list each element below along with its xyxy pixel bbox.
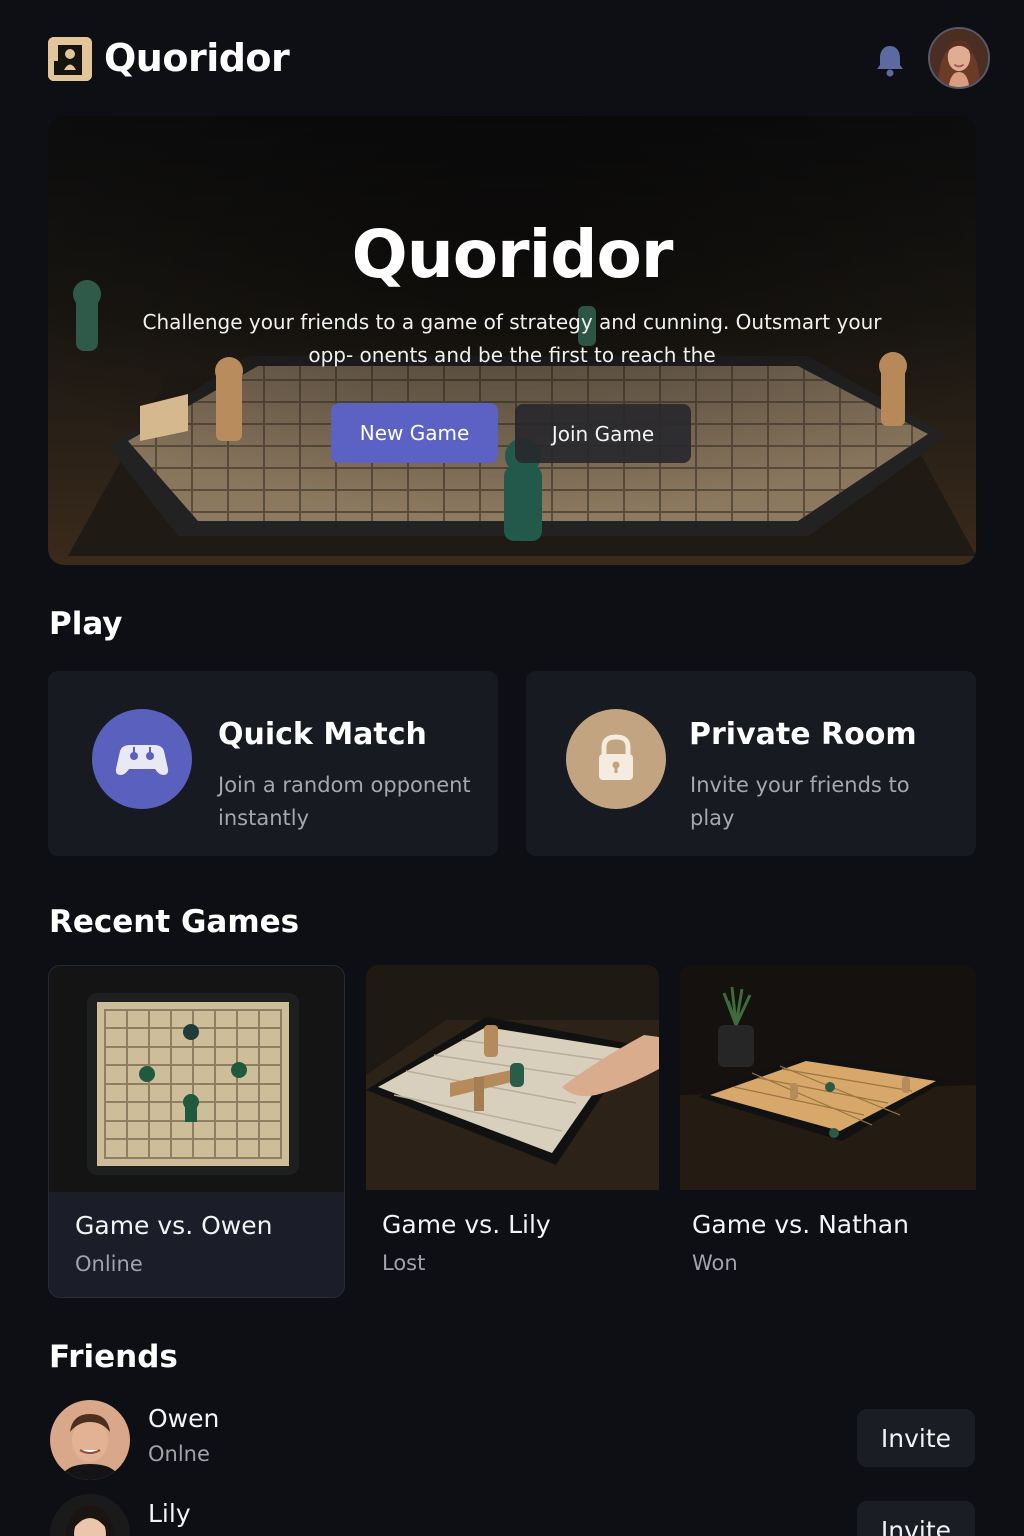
game-title: Game vs. Owen xyxy=(75,1211,273,1240)
join-game-button[interactable]: Join Game xyxy=(515,404,691,463)
hero-title: Quoridor xyxy=(351,216,674,293)
play-heading: Play xyxy=(49,606,123,642)
hero-banner: Quoridor Challenge your friends to a gam… xyxy=(48,116,976,565)
pawn-logo-icon[interactable] xyxy=(48,37,92,81)
app-header: Quoridor xyxy=(48,27,990,90)
gamepad-icon xyxy=(92,709,192,809)
invite-button[interactable]: Invite xyxy=(857,1501,975,1536)
new-game-button[interactable]: New Game xyxy=(331,403,498,463)
bell-icon[interactable] xyxy=(874,42,906,78)
game-status: Online xyxy=(75,1252,143,1276)
recent-game-card[interactable]: Game vs. Nathan Won xyxy=(680,965,976,1285)
recent-game-card[interactable]: Game vs. Lily Lost xyxy=(366,965,659,1285)
hero-description: Challenge your friends to a game of stra… xyxy=(142,310,882,367)
user-avatar[interactable] xyxy=(928,27,990,89)
recent-games-heading: Recent Games xyxy=(49,904,300,940)
game-title: Game vs. Nathan xyxy=(692,1210,909,1239)
quick-match-subtitle: Join a random opponent instantly xyxy=(218,773,471,830)
game-thumbnail xyxy=(366,965,659,1190)
quick-match-title: Quick Match xyxy=(218,717,427,752)
friend-avatar[interactable] xyxy=(50,1400,130,1480)
app-title: Quoridor xyxy=(104,36,290,80)
friend-name: Lily xyxy=(148,1499,191,1528)
game-title: Game vs. Lily xyxy=(382,1210,551,1239)
invite-button[interactable]: Invite xyxy=(857,1409,975,1467)
friend-name: Owen xyxy=(148,1404,220,1433)
game-thumbnail xyxy=(680,965,976,1190)
private-room-subtitle: Invite your friends to play xyxy=(690,773,910,830)
game-status: Won xyxy=(692,1251,738,1275)
recent-game-card[interactable]: Game vs. Owen Online xyxy=(48,965,345,1298)
game-status: Lost xyxy=(382,1251,426,1275)
friend-avatar[interactable] xyxy=(50,1494,130,1536)
lock-icon xyxy=(566,709,666,809)
quick-match-card[interactable]: Quick Match Join a random opponent insta… xyxy=(48,671,498,856)
friends-heading: Friends xyxy=(49,1339,178,1375)
game-thumbnail xyxy=(49,966,344,1192)
friend-status: Onlne xyxy=(148,1442,210,1466)
private-room-card[interactable]: Private Room Invite your friends to play xyxy=(526,671,976,856)
private-room-title: Private Room xyxy=(689,717,917,752)
